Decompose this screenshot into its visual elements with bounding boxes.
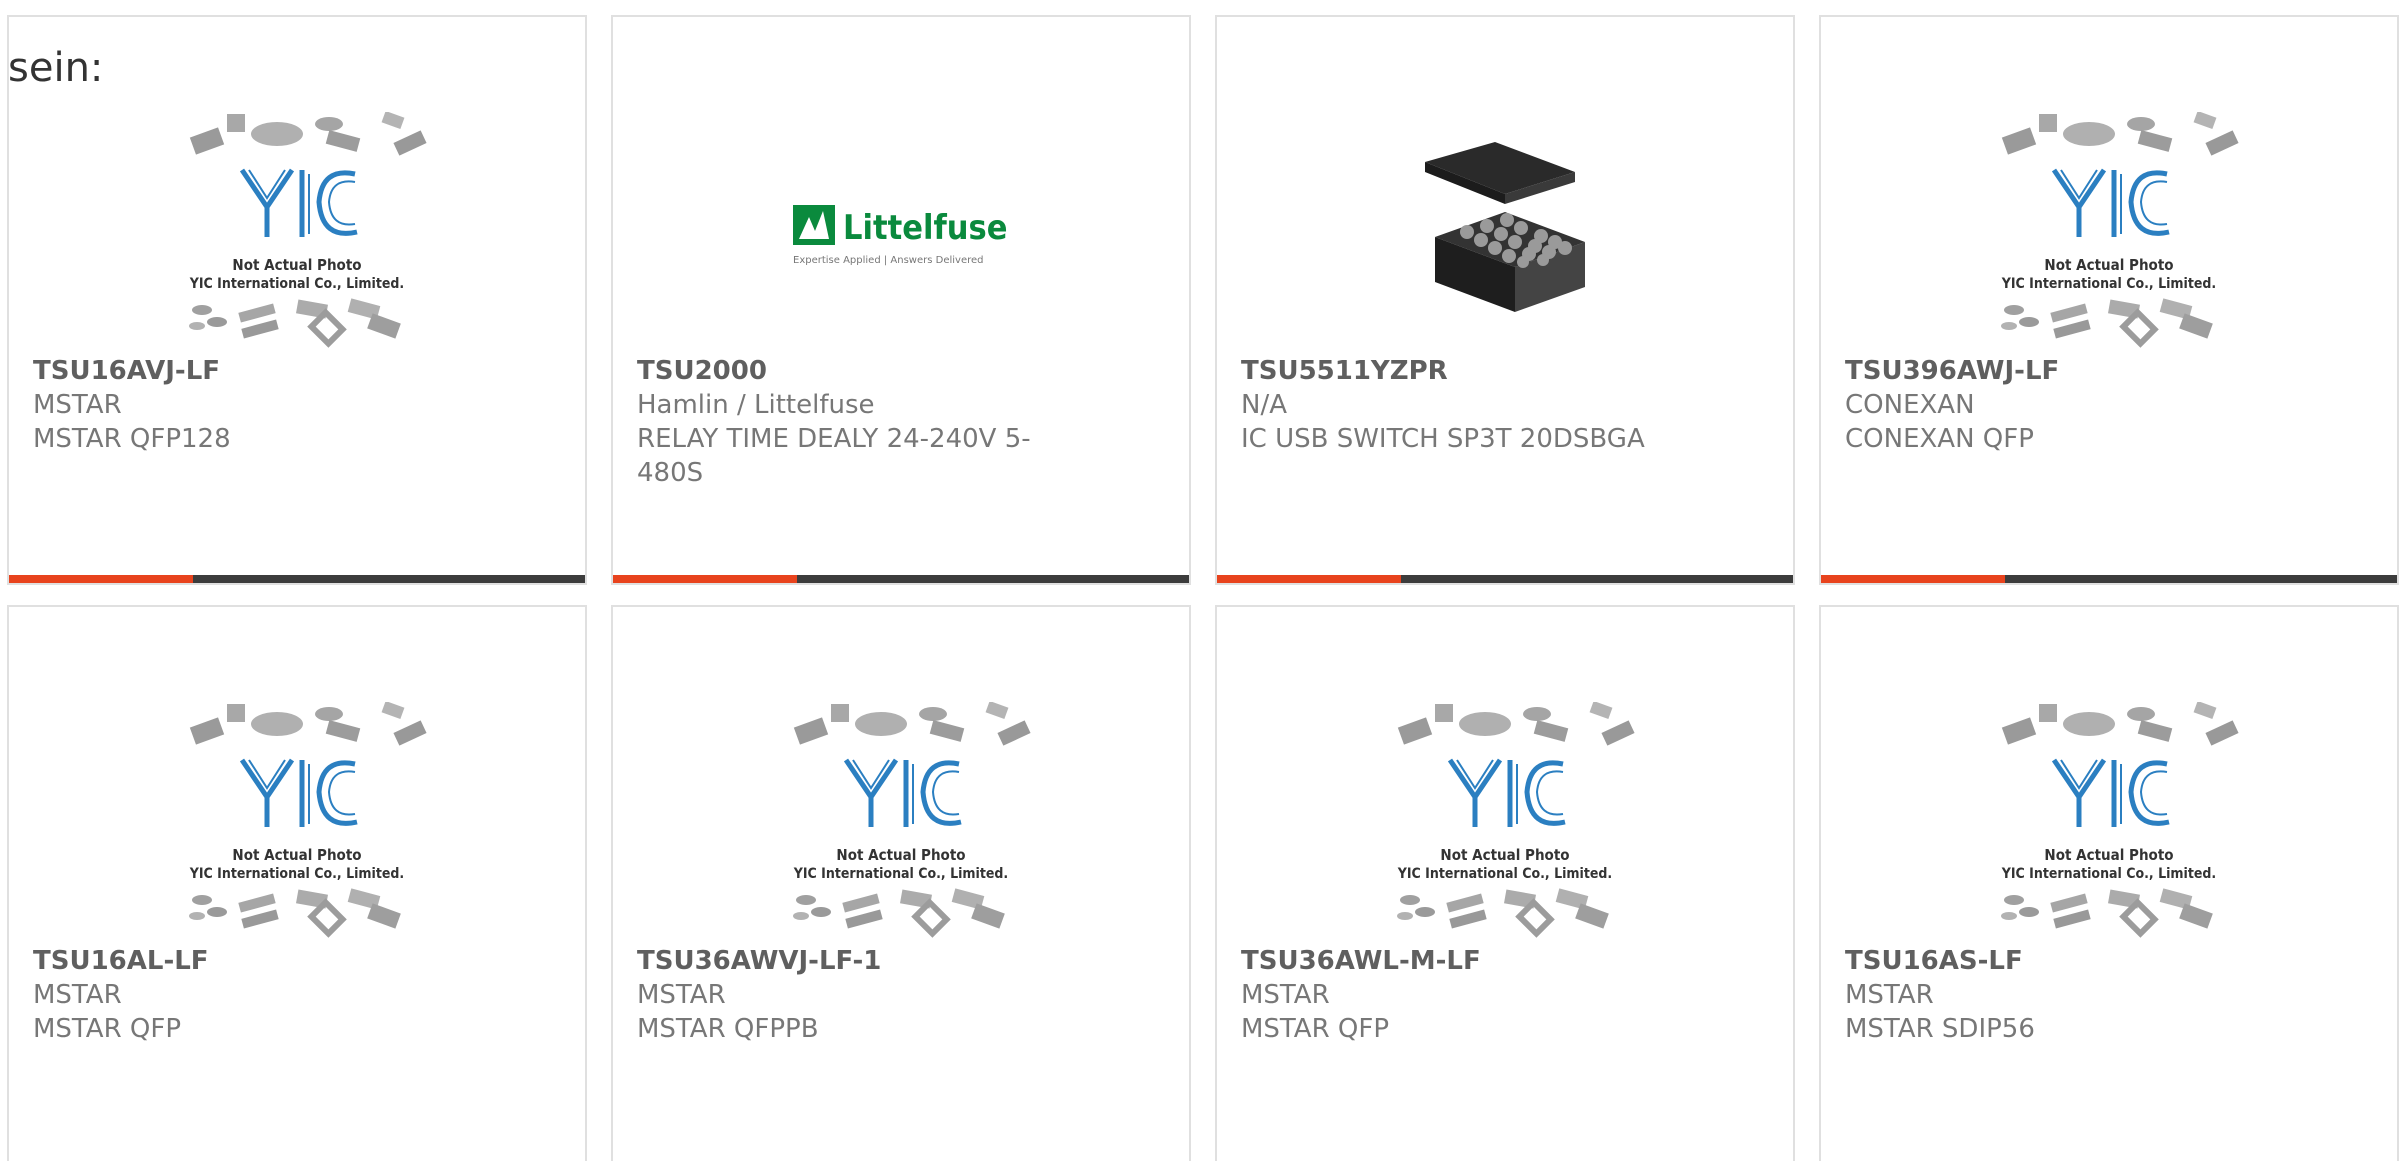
product-card[interactable]: Not Actual Photo YIC International Co., …: [1215, 605, 1795, 1161]
manufacturer: MSTAR: [637, 980, 726, 1010]
placeholder-caption-line2: YIC International Co., Limited.: [2001, 866, 2216, 882]
part-number[interactable]: TSU16AL-LF: [33, 944, 463, 978]
product-card[interactable]: Not Actual Photo YIC International Co., …: [7, 15, 587, 585]
product-card[interactable]: Not Actual Photo YIC International Co., …: [7, 605, 587, 1161]
manufacturer: N/A: [1241, 390, 1287, 420]
placeholder-caption-line1: Not Actual Photo: [836, 846, 965, 864]
part-number[interactable]: TSU16AVJ-LF: [33, 354, 463, 388]
description: MSTAR QFP128: [33, 424, 231, 454]
manufacturer: MSTAR: [1845, 980, 1934, 1010]
part-number[interactable]: TSU36AWL-M-LF: [1241, 944, 1671, 978]
section-heading: sein:: [8, 45, 104, 91]
product-image[interactable]: Not Actual Photo YIC International Co., …: [1821, 687, 2397, 957]
placeholder-caption-line2: YIC International Co., Limited.: [2001, 276, 2216, 292]
description: MSTAR QFP: [1241, 1014, 1390, 1044]
product-image[interactable]: Not Actual Photo YIC International Co., …: [9, 97, 585, 367]
product-grid-page: sein: Not Actual Photo YIC International…: [0, 0, 2400, 1161]
littelfuse-logo: Littelfuse Expertise Applied | Answers D…: [793, 205, 1008, 266]
description: MSTAR QFPPB: [637, 1014, 819, 1044]
description: RELAY TIME DEALY 24-240V 5-480S: [637, 424, 1031, 488]
progress-fill: [1217, 575, 1402, 583]
placeholder-caption-line1: Not Actual Photo: [2044, 256, 2173, 274]
progress-fill: [9, 575, 194, 583]
description: MSTAR SDIP56: [1845, 1014, 2035, 1044]
placeholder-caption-line1: Not Actual Photo: [232, 846, 361, 864]
product-image[interactable]: Not Actual Photo YIC International Co., …: [1217, 687, 1793, 957]
part-number[interactable]: TSU36AWVJ-LF-1: [637, 944, 1067, 978]
progress-bar: [613, 575, 1189, 583]
manufacturer: MSTAR: [33, 980, 122, 1010]
manufacturer: CONEXAN: [1845, 390, 1975, 420]
part-number[interactable]: TSU2000: [637, 354, 1067, 388]
part-number[interactable]: TSU396AWJ-LF: [1845, 354, 2275, 388]
product-image[interactable]: Not Actual Photo YIC International Co., …: [1821, 97, 2397, 367]
description: CONEXAN QFP: [1845, 424, 2034, 454]
placeholder-caption-line1: Not Actual Photo: [2044, 846, 2173, 864]
manufacturer: MSTAR: [1241, 980, 1330, 1010]
description: IC USB SWITCH SP3T 20DSBGA: [1241, 424, 1645, 454]
placeholder-caption-line2: YIC International Co., Limited.: [189, 866, 404, 882]
product-card[interactable]: Littelfuse Expertise Applied | Answers D…: [611, 15, 1191, 585]
product-image[interactable]: [1217, 97, 1793, 367]
product-image[interactable]: Not Actual Photo YIC International Co., …: [9, 687, 585, 957]
progress-fill: [1821, 575, 2006, 583]
product-card[interactable]: TSU5511YZPR N/A IC USB SWITCH SP3T 20DSB…: [1215, 15, 1795, 585]
progress-bar: [1217, 575, 1793, 583]
product-card[interactable]: Not Actual Photo YIC International Co., …: [1819, 15, 2399, 585]
progress-bar: [1821, 575, 2397, 583]
product-image[interactable]: Littelfuse Expertise Applied | Answers D…: [613, 97, 1189, 367]
progress-bar: [9, 575, 585, 583]
littelfuse-brand: Littelfuse: [843, 208, 1008, 248]
littelfuse-tagline: Expertise Applied | Answers Delivered: [793, 255, 984, 266]
progress-fill: [613, 575, 798, 583]
placeholder-caption-line2: YIC International Co., Limited.: [1397, 866, 1612, 882]
product-card[interactable]: Not Actual Photo YIC International Co., …: [1819, 605, 2399, 1161]
description: MSTAR QFP: [33, 1014, 182, 1044]
part-number[interactable]: TSU5511YZPR: [1241, 354, 1671, 388]
placeholder-caption-line2: YIC International Co., Limited.: [189, 276, 404, 292]
placeholder-caption-line1: Not Actual Photo: [1440, 846, 1569, 864]
bga-chip-icon: [1405, 132, 1605, 332]
part-number[interactable]: TSU16AS-LF: [1845, 944, 2275, 978]
placeholder-caption-line2: YIC International Co., Limited.: [793, 866, 1008, 882]
manufacturer: MSTAR: [33, 390, 122, 420]
manufacturer: Hamlin / Littelfuse: [637, 390, 875, 420]
product-card[interactable]: Not Actual Photo YIC International Co., …: [611, 605, 1191, 1161]
product-image[interactable]: Not Actual Photo YIC International Co., …: [613, 687, 1189, 957]
placeholder-caption-line1: Not Actual Photo: [232, 256, 361, 274]
